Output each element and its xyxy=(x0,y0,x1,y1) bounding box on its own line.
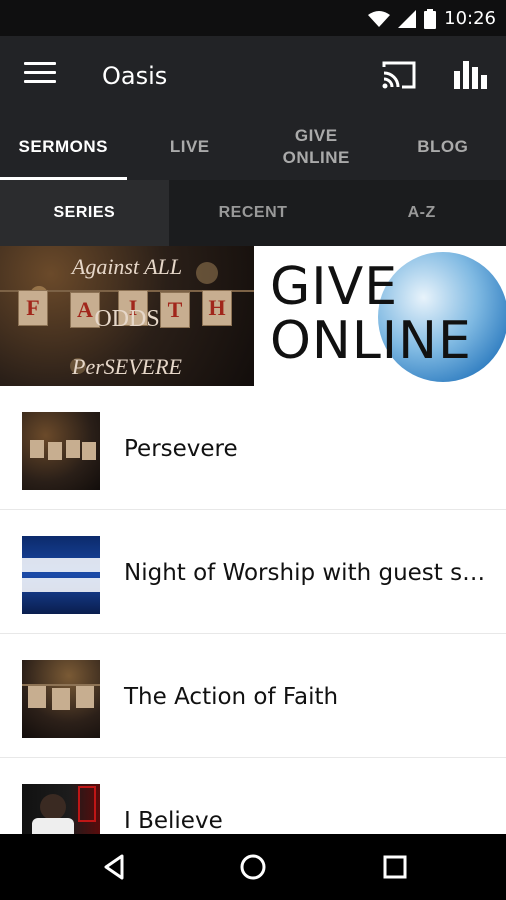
subtab-a-z[interactable]: A-Z xyxy=(337,180,506,246)
cast-icon[interactable] xyxy=(382,61,416,89)
tab-blog-label: BLOG xyxy=(417,137,469,156)
app-bar: Oasis xyxy=(0,36,506,114)
series-list: Persevere Night of Worship with guest s…… xyxy=(0,386,506,882)
signal-icon xyxy=(398,9,417,28)
status-bar: 10:26 xyxy=(0,0,506,36)
banner-give-online[interactable]: GIVE ONLINE xyxy=(254,246,506,386)
banner-line1: Against ALL xyxy=(71,254,183,279)
app-title: Oasis xyxy=(102,62,168,90)
status-icons: 10:26 xyxy=(368,8,496,29)
wifi-icon xyxy=(368,10,391,27)
home-icon[interactable] xyxy=(238,852,268,882)
give-text-line2: ONLINE xyxy=(270,311,472,371)
recents-icon[interactable] xyxy=(380,852,410,882)
tab-live-label: LIVE xyxy=(169,137,210,156)
give-text-line1: GIVE xyxy=(270,257,399,317)
tab-sermons-label: SERMONS xyxy=(18,137,108,156)
series-title: I Believe xyxy=(124,808,223,834)
subtab-series-label: SERIES xyxy=(53,204,116,221)
series-thumbnail xyxy=(22,412,100,490)
series-thumbnail xyxy=(22,660,100,738)
tab-sermons[interactable]: SERMONS xyxy=(0,114,127,180)
subtab-recent-label: RECENT xyxy=(218,204,288,221)
banner-against-all-odds[interactable]: Against ALL F A I T H ODDS PerSEVERE xyxy=(0,246,254,386)
status-time: 10:26 xyxy=(444,8,496,29)
tab-give-online-label: GIVE ONLINE xyxy=(282,126,350,167)
series-title: Night of Worship with guest s… xyxy=(124,560,486,586)
banner-row: Against ALL F A I T H ODDS PerSEVERE GIV… xyxy=(0,246,506,386)
banner-line3: PerSEVERE xyxy=(72,354,182,379)
list-item[interactable]: Night of Worship with guest s… xyxy=(0,510,506,634)
tab-live[interactable]: LIVE xyxy=(127,114,254,180)
subtab-series[interactable]: SERIES xyxy=(0,180,169,246)
main-tabs: SERMONS LIVE GIVE ONLINE BLOG xyxy=(0,114,506,180)
navigation-bar xyxy=(0,834,506,900)
tab-blog[interactable]: BLOG xyxy=(380,114,506,180)
stats-icon[interactable] xyxy=(454,59,488,89)
back-icon[interactable] xyxy=(100,852,130,882)
subtab-recent[interactable]: RECENT xyxy=(169,180,338,246)
series-title: Persevere xyxy=(124,436,238,462)
series-thumbnail xyxy=(22,536,100,614)
battery-icon xyxy=(424,8,437,29)
series-title: The Action of Faith xyxy=(124,684,339,710)
banner-line2: ODDS xyxy=(94,306,160,332)
sub-tabs: SERIES RECENT A-Z xyxy=(0,180,506,246)
list-item[interactable]: The Action of Faith xyxy=(0,634,506,758)
subtab-a-z-label: A-Z xyxy=(407,204,436,221)
list-item[interactable]: Persevere xyxy=(0,386,506,510)
tab-give-online[interactable]: GIVE ONLINE xyxy=(253,114,380,180)
give-online-text: GIVE ONLINE xyxy=(270,260,472,368)
menu-icon[interactable] xyxy=(24,62,56,86)
